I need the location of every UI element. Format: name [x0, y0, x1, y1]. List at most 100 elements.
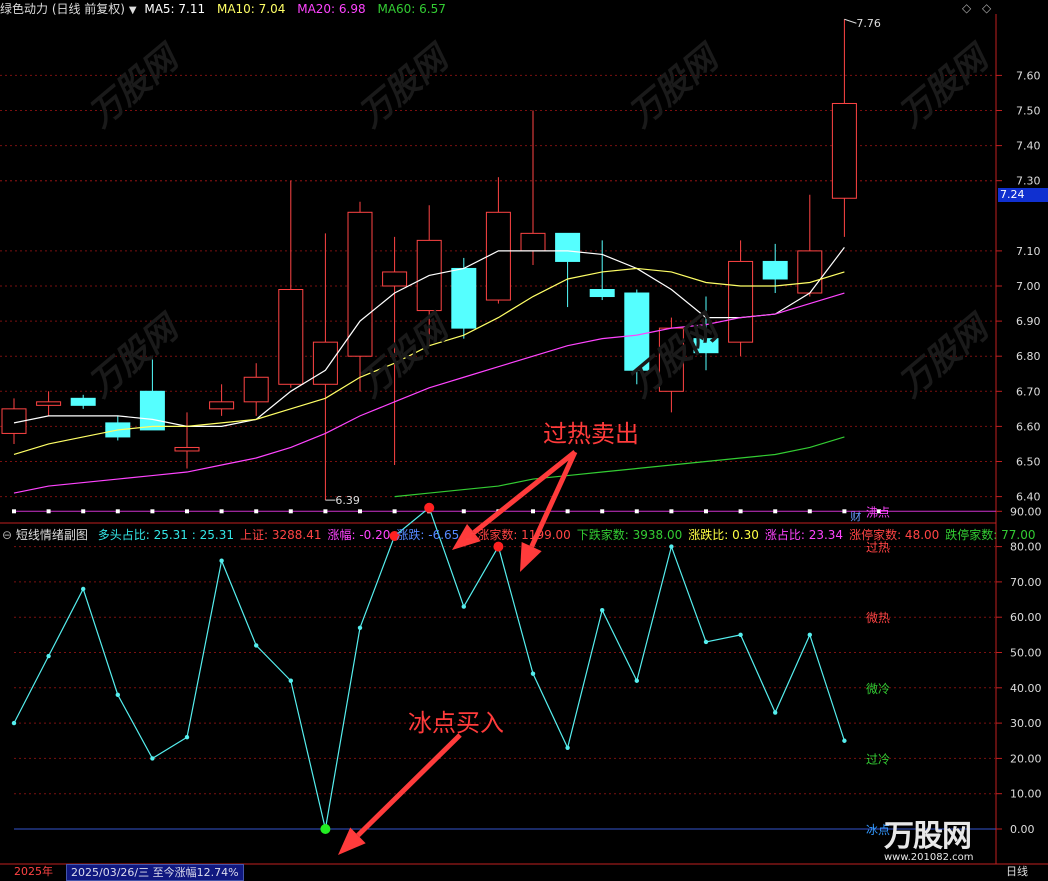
candle-body — [243, 376, 269, 403]
emotion-point — [11, 720, 17, 726]
boil-dot — [185, 509, 189, 514]
high-price-label: 7.76 — [856, 17, 881, 30]
emotion-point — [184, 735, 190, 740]
ma20-value: MA20: 6.98 — [297, 2, 366, 16]
buy-signal-dot — [320, 824, 331, 834]
candle-body — [139, 390, 165, 431]
price-tick-label: 6.90 — [1016, 315, 1041, 328]
boil-dot — [531, 509, 535, 514]
scroll-arrow-icon[interactable]: ◇ — [982, 1, 991, 15]
boil-dot — [807, 509, 812, 514]
stat-item: 下跌家数: 3938.00 — [576, 528, 683, 542]
emotion-tick-label: 10.00 — [1010, 788, 1042, 801]
price-tick-label: 6.60 — [1016, 420, 1041, 433]
candle-body — [485, 211, 511, 301]
emotion-tick-label: 50.00 — [1010, 647, 1042, 660]
price-tick-label: 7.40 — [1016, 140, 1041, 153]
boil-dot — [565, 509, 570, 514]
candle-body — [589, 289, 615, 298]
sell-arrow-left-shaft — [472, 450, 577, 535]
price-tick-label: 6.80 — [1016, 350, 1041, 363]
boil-dot — [634, 509, 639, 514]
ma5-value: MA5: 7.11 — [144, 2, 206, 16]
emotion-tick-label: 30.00 — [1010, 717, 1042, 730]
emotion-tick-label: 20.00 — [1010, 752, 1042, 765]
boil-dot — [46, 509, 51, 514]
ma10-value: MA10: 7.04 — [216, 2, 286, 16]
emotion-point — [288, 678, 293, 683]
boil-dot — [704, 509, 708, 514]
boil-dot — [288, 509, 293, 514]
candle-body — [451, 267, 477, 329]
candle-body — [555, 232, 581, 262]
boil-dot — [12, 509, 16, 514]
status-year: 2025年 — [14, 865, 53, 878]
emotion-point — [46, 653, 51, 659]
candle-body — [174, 446, 200, 452]
boil-dot — [219, 509, 224, 514]
boil-dot — [669, 509, 674, 514]
chevron-down-icon[interactable]: ▼ — [129, 5, 137, 16]
zone-label: 沸点 — [866, 505, 890, 519]
sub-panel-title: 短线情绪副图 — [15, 528, 88, 542]
candle-body — [312, 341, 338, 385]
zone-label: 微热 — [866, 611, 890, 625]
boil-dot — [600, 509, 605, 514]
emotion-tick-label: 60.00 — [1010, 611, 1042, 624]
emotion-point — [357, 625, 363, 630]
price-tick-label: 7.60 — [1016, 69, 1041, 82]
candle-body — [209, 401, 235, 410]
boil-dot — [323, 509, 328, 514]
low-price-label: 6.39 — [335, 494, 360, 507]
ma60-value: MA60: 6.57 — [377, 2, 446, 16]
price-tick-label: 7.10 — [1016, 245, 1041, 258]
boil-dot — [461, 509, 466, 514]
candle-body — [520, 232, 546, 252]
emotion-point — [530, 671, 536, 676]
boil-dot — [115, 509, 120, 514]
candle-body — [347, 211, 373, 357]
candle-body — [36, 401, 62, 406]
stock-title: 绿色动力 (日线 前复权) — [0, 2, 125, 16]
logo-site: www.201082.com — [884, 852, 974, 863]
high-marker-line — [844, 18, 857, 24]
sell-signal-dot — [424, 502, 435, 513]
emotion-point — [703, 639, 709, 645]
circle-icon[interactable]: ⊖ — [2, 528, 12, 542]
price-tick-label: 6.70 — [1016, 385, 1041, 398]
zone-label: 微冷 — [866, 682, 890, 696]
stat-item: 涨幅: -0.20 — [327, 528, 391, 542]
status-date-info: 2025/03/26/三 至今涨幅12.74% — [66, 864, 244, 881]
stock-chart[interactable]: 7.60 7.50 7.40 7.30 7.10 7.00 6.90 6.80 6.70 6.60… — [0, 0, 1048, 879]
price-tick-label: 7.50 — [1016, 105, 1041, 118]
emotion-point — [150, 756, 155, 761]
stat-item: 上涨家数: 1199.00 — [465, 528, 571, 542]
price-tick-label: 6.50 — [1016, 456, 1041, 469]
price-tick-label: 7.30 — [1016, 175, 1041, 188]
period-label[interactable]: 日线 — [1006, 864, 1028, 879]
boil-dot — [81, 509, 86, 514]
stat-item: 跌停家数: 77.00 — [945, 528, 1036, 542]
buy-annotation: 冰点买入 — [408, 709, 504, 737]
sub-panel-header: ⊖ 短线情绪副图 多头占比: 25.31 : 25.31 上证: 3288.41 涨… — [2, 526, 1036, 543]
emotion-line — [13, 506, 845, 830]
stat-item: 涨占比: 23.34 — [764, 528, 844, 542]
sell-annotation: 过热卖出 — [543, 420, 639, 448]
emotion-tick-label: 70.00 — [1010, 576, 1042, 589]
chart-header: 绿色动力 (日线 前复权) ▼ MA5: 7.11 MA10: 7.04 MA2… — [0, 0, 446, 17]
emotion-point — [842, 738, 847, 743]
diamond-icon[interactable]: ◇ — [962, 1, 971, 15]
boil-dot — [358, 509, 362, 514]
candle-body — [382, 271, 408, 287]
emotion-point — [565, 745, 570, 751]
candle-body — [831, 102, 857, 199]
emotion-point — [115, 692, 121, 698]
stat-item: 涨停家数: 48.00 — [849, 528, 940, 542]
emotion-point — [634, 678, 639, 683]
candle-body — [762, 260, 788, 280]
candle-body — [797, 250, 823, 294]
boil-dot — [392, 509, 397, 514]
current-price-label: 7.24 — [998, 188, 1048, 202]
boil-dot — [773, 509, 778, 514]
zone-label: 过冷 — [866, 752, 890, 766]
